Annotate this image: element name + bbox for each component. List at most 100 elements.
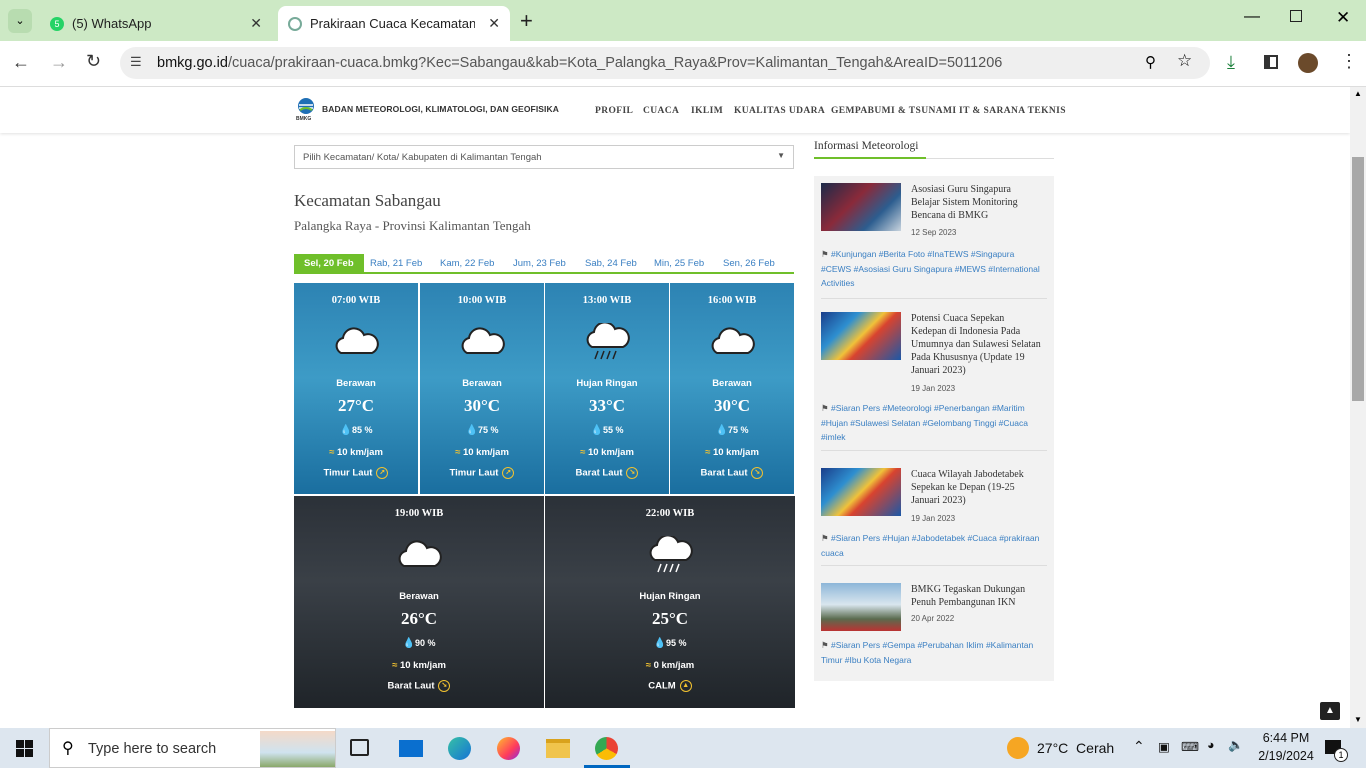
profile-avatar[interactable] bbox=[1298, 53, 1318, 73]
forecast-temp: 30°C bbox=[463, 396, 501, 415]
scroll-up-icon[interactable]: ▲ bbox=[1354, 89, 1362, 98]
forecast-time: 16:00 WIB bbox=[707, 295, 757, 306]
news-title[interactable]: Potensi Cuaca Sepekan Kedepan di Indones… bbox=[911, 312, 1041, 377]
site-settings-icon[interactable]: ☰ bbox=[130, 54, 142, 70]
scroll-down-icon[interactable]: ▼ bbox=[1354, 715, 1362, 724]
forecast-humidity: 55 % bbox=[602, 425, 624, 435]
menu-kebab-icon[interactable]: ⋮ bbox=[1340, 51, 1358, 72]
wind-icon: ≈ bbox=[392, 660, 398, 671]
file-explorer-icon[interactable] bbox=[546, 739, 570, 758]
nav-gempabumi[interactable]: GEMPABUMI & TSUNAMI bbox=[831, 106, 956, 116]
nav-iklim[interactable]: IKLIM bbox=[691, 106, 723, 116]
forecast-time: 10:00 WIB bbox=[457, 295, 507, 306]
tab-search-button[interactable]: ⌄ bbox=[8, 9, 32, 33]
minimize-button[interactable]: — bbox=[1244, 8, 1260, 26]
news-thumbnail[interactable] bbox=[821, 183, 901, 231]
nav-cuaca[interactable]: CUACA bbox=[643, 106, 679, 116]
chrome-icon[interactable] bbox=[595, 737, 618, 760]
forecast-temp: 27°C bbox=[337, 396, 375, 415]
news-title[interactable]: Cuaca Wilayah Jabodetabek Sepekan ke Dep… bbox=[911, 468, 1041, 507]
windows-start-icon[interactable] bbox=[16, 740, 33, 757]
clock-date[interactable]: 2/19/2024 bbox=[1253, 749, 1319, 763]
forecast-time: 22:00 WIB bbox=[645, 508, 695, 519]
weather-sun-icon[interactable] bbox=[1007, 737, 1029, 759]
meet-icon[interactable]: ▣ bbox=[1158, 739, 1170, 754]
forecast-card: 16:00 WIB Berawan 30°C 💧75 % ≈ 10 km/jam… bbox=[670, 283, 794, 494]
compass-icon: ➘ bbox=[626, 467, 639, 479]
title-underline bbox=[814, 157, 926, 159]
tag-icon: ⚑ bbox=[821, 403, 831, 413]
volume-icon[interactable]: 🔈 bbox=[1228, 738, 1244, 753]
address-bar[interactable]: ☰ bmkg.go.id/cuaca/prakiraan-cuaca.bmkg?… bbox=[120, 47, 1210, 79]
reload-icon[interactable]: ↻ bbox=[86, 51, 101, 72]
forecast-temp: 25°C bbox=[651, 609, 689, 628]
tab-day-0[interactable]: Sel, 20 Feb bbox=[294, 254, 364, 274]
news-title[interactable]: Asosiasi Guru Singapura Belajar Sistem M… bbox=[911, 183, 1041, 222]
news-tags[interactable]: ⚑ #Siaran Pers #Gempa #Perubahan Iklim #… bbox=[821, 638, 1043, 667]
taskbar-weather[interactable]: 27°C Cerah bbox=[1037, 740, 1114, 756]
tab-day-4[interactable]: Sab, 24 Feb bbox=[585, 258, 637, 269]
droplet-icon: 💧 bbox=[402, 638, 415, 649]
clock-time[interactable]: 6:44 PM bbox=[1260, 731, 1312, 745]
compass-icon: ➘ bbox=[438, 680, 451, 692]
forecast-condition: Berawan bbox=[712, 378, 752, 389]
close-icon[interactable]: ✕ bbox=[488, 15, 500, 32]
tab-whatsapp[interactable]: 5 (5) WhatsApp ✕ bbox=[40, 6, 272, 41]
bookmark-star-icon[interactable]: ☆ bbox=[1177, 51, 1192, 71]
cloud-icon bbox=[335, 327, 379, 354]
restore-button[interactable] bbox=[1290, 10, 1302, 22]
zoom-icon[interactable]: ⚲ bbox=[1145, 53, 1156, 71]
nav-profil[interactable]: PROFIL bbox=[595, 106, 633, 116]
close-icon[interactable]: ✕ bbox=[250, 15, 262, 32]
firefox-icon[interactable] bbox=[497, 737, 520, 760]
tab-bmkg[interactable]: Prakiraan Cuaca Kecamatan Sab ✕ bbox=[278, 6, 510, 41]
page-scrollbar[interactable]: ▲ ▼ bbox=[1350, 87, 1366, 728]
news-thumbnail[interactable] bbox=[821, 468, 901, 516]
compass-icon: ➚ bbox=[376, 467, 389, 479]
cloud-icon bbox=[461, 327, 505, 354]
compass-icon: ▲ bbox=[679, 680, 692, 692]
back-icon[interactable]: ← bbox=[12, 52, 30, 73]
url-path: /cuaca/prakiraan-cuaca.bmkg?Kec=Sabangau… bbox=[227, 55, 1003, 71]
input-method-icon[interactable]: ⌨ bbox=[1181, 739, 1199, 754]
task-view-icon[interactable] bbox=[350, 739, 369, 756]
tab-day-6[interactable]: Sen, 26 Feb bbox=[723, 258, 775, 269]
nav-kualitas-udara[interactable]: KUALITAS UDARA bbox=[734, 106, 825, 116]
nav-it-sarana[interactable]: IT & SARANA TEKNIS bbox=[959, 106, 1066, 116]
news-thumbnail[interactable] bbox=[821, 583, 901, 631]
news-title[interactable]: BMKG Tegaskan Dukungan Penuh Pembangunan… bbox=[911, 583, 1041, 609]
logo-abbr: BMKG bbox=[296, 116, 312, 122]
tab-day-1[interactable]: Rab, 21 Feb bbox=[370, 258, 422, 269]
scrollbar-thumb[interactable] bbox=[1352, 157, 1364, 401]
forecast-humidity: 85 % bbox=[351, 425, 373, 435]
bmkg-logo[interactable]: BMKG bbox=[296, 97, 316, 122]
news-tags[interactable]: ⚑ #Kunjungan #Berita Foto #InaTEWS #Sing… bbox=[821, 247, 1043, 291]
edge-icon[interactable] bbox=[448, 737, 471, 760]
rain-cloud-icon bbox=[649, 536, 693, 573]
rain-cloud-icon bbox=[586, 323, 630, 360]
news-tags[interactable]: ⚑ #Siaran Pers #Hujan #Jabodetabek #Cuac… bbox=[821, 531, 1043, 560]
kecamatan-select[interactable]: Pilih Kecamatan/ Kota/ Kabupaten di Kali… bbox=[294, 145, 794, 169]
tab-day-3[interactable]: Jum, 23 Feb bbox=[513, 258, 566, 269]
tag-icon: ⚑ bbox=[821, 533, 831, 543]
forward-icon[interactable]: → bbox=[50, 52, 68, 73]
back-to-top-button[interactable]: ▲ bbox=[1320, 702, 1340, 720]
page-title: Kecamatan Sabangau bbox=[294, 191, 441, 210]
mail-icon[interactable] bbox=[399, 740, 423, 757]
new-tab-button[interactable]: + bbox=[520, 8, 533, 34]
search-highlight-image bbox=[260, 731, 335, 767]
forecast-card: 10:00 WIB Berawan 30°C 💧75 % ≈ 10 km/jam… bbox=[420, 283, 544, 494]
search-icon: ⚲ bbox=[62, 740, 74, 757]
side-panel-icon[interactable] bbox=[1264, 55, 1278, 69]
taskbar-search[interactable]: ⚲ Type here to search bbox=[49, 728, 336, 768]
news-thumbnail[interactable] bbox=[821, 312, 901, 360]
tab-day-5[interactable]: Min, 25 Feb bbox=[654, 258, 704, 269]
news-tags[interactable]: ⚑ #Siaran Pers #Meteorologi #Penerbangan… bbox=[821, 401, 1043, 445]
download-icon[interactable]: ⤓ bbox=[1227, 52, 1235, 73]
news-tags-text: #Kunjungan #Berita Foto #InaTEWS #Singap… bbox=[821, 249, 1040, 288]
chevron-up-icon[interactable]: ⌃ bbox=[1133, 738, 1145, 755]
tab-day-2[interactable]: Kam, 22 Feb bbox=[440, 258, 494, 269]
network-icon[interactable]: ◕ bbox=[1207, 738, 1215, 752]
site-name: BADAN METEOROLOGI, KLIMATOLOGI, DAN GEOF… bbox=[322, 104, 559, 114]
close-window-button[interactable]: ✕ bbox=[1336, 8, 1350, 28]
